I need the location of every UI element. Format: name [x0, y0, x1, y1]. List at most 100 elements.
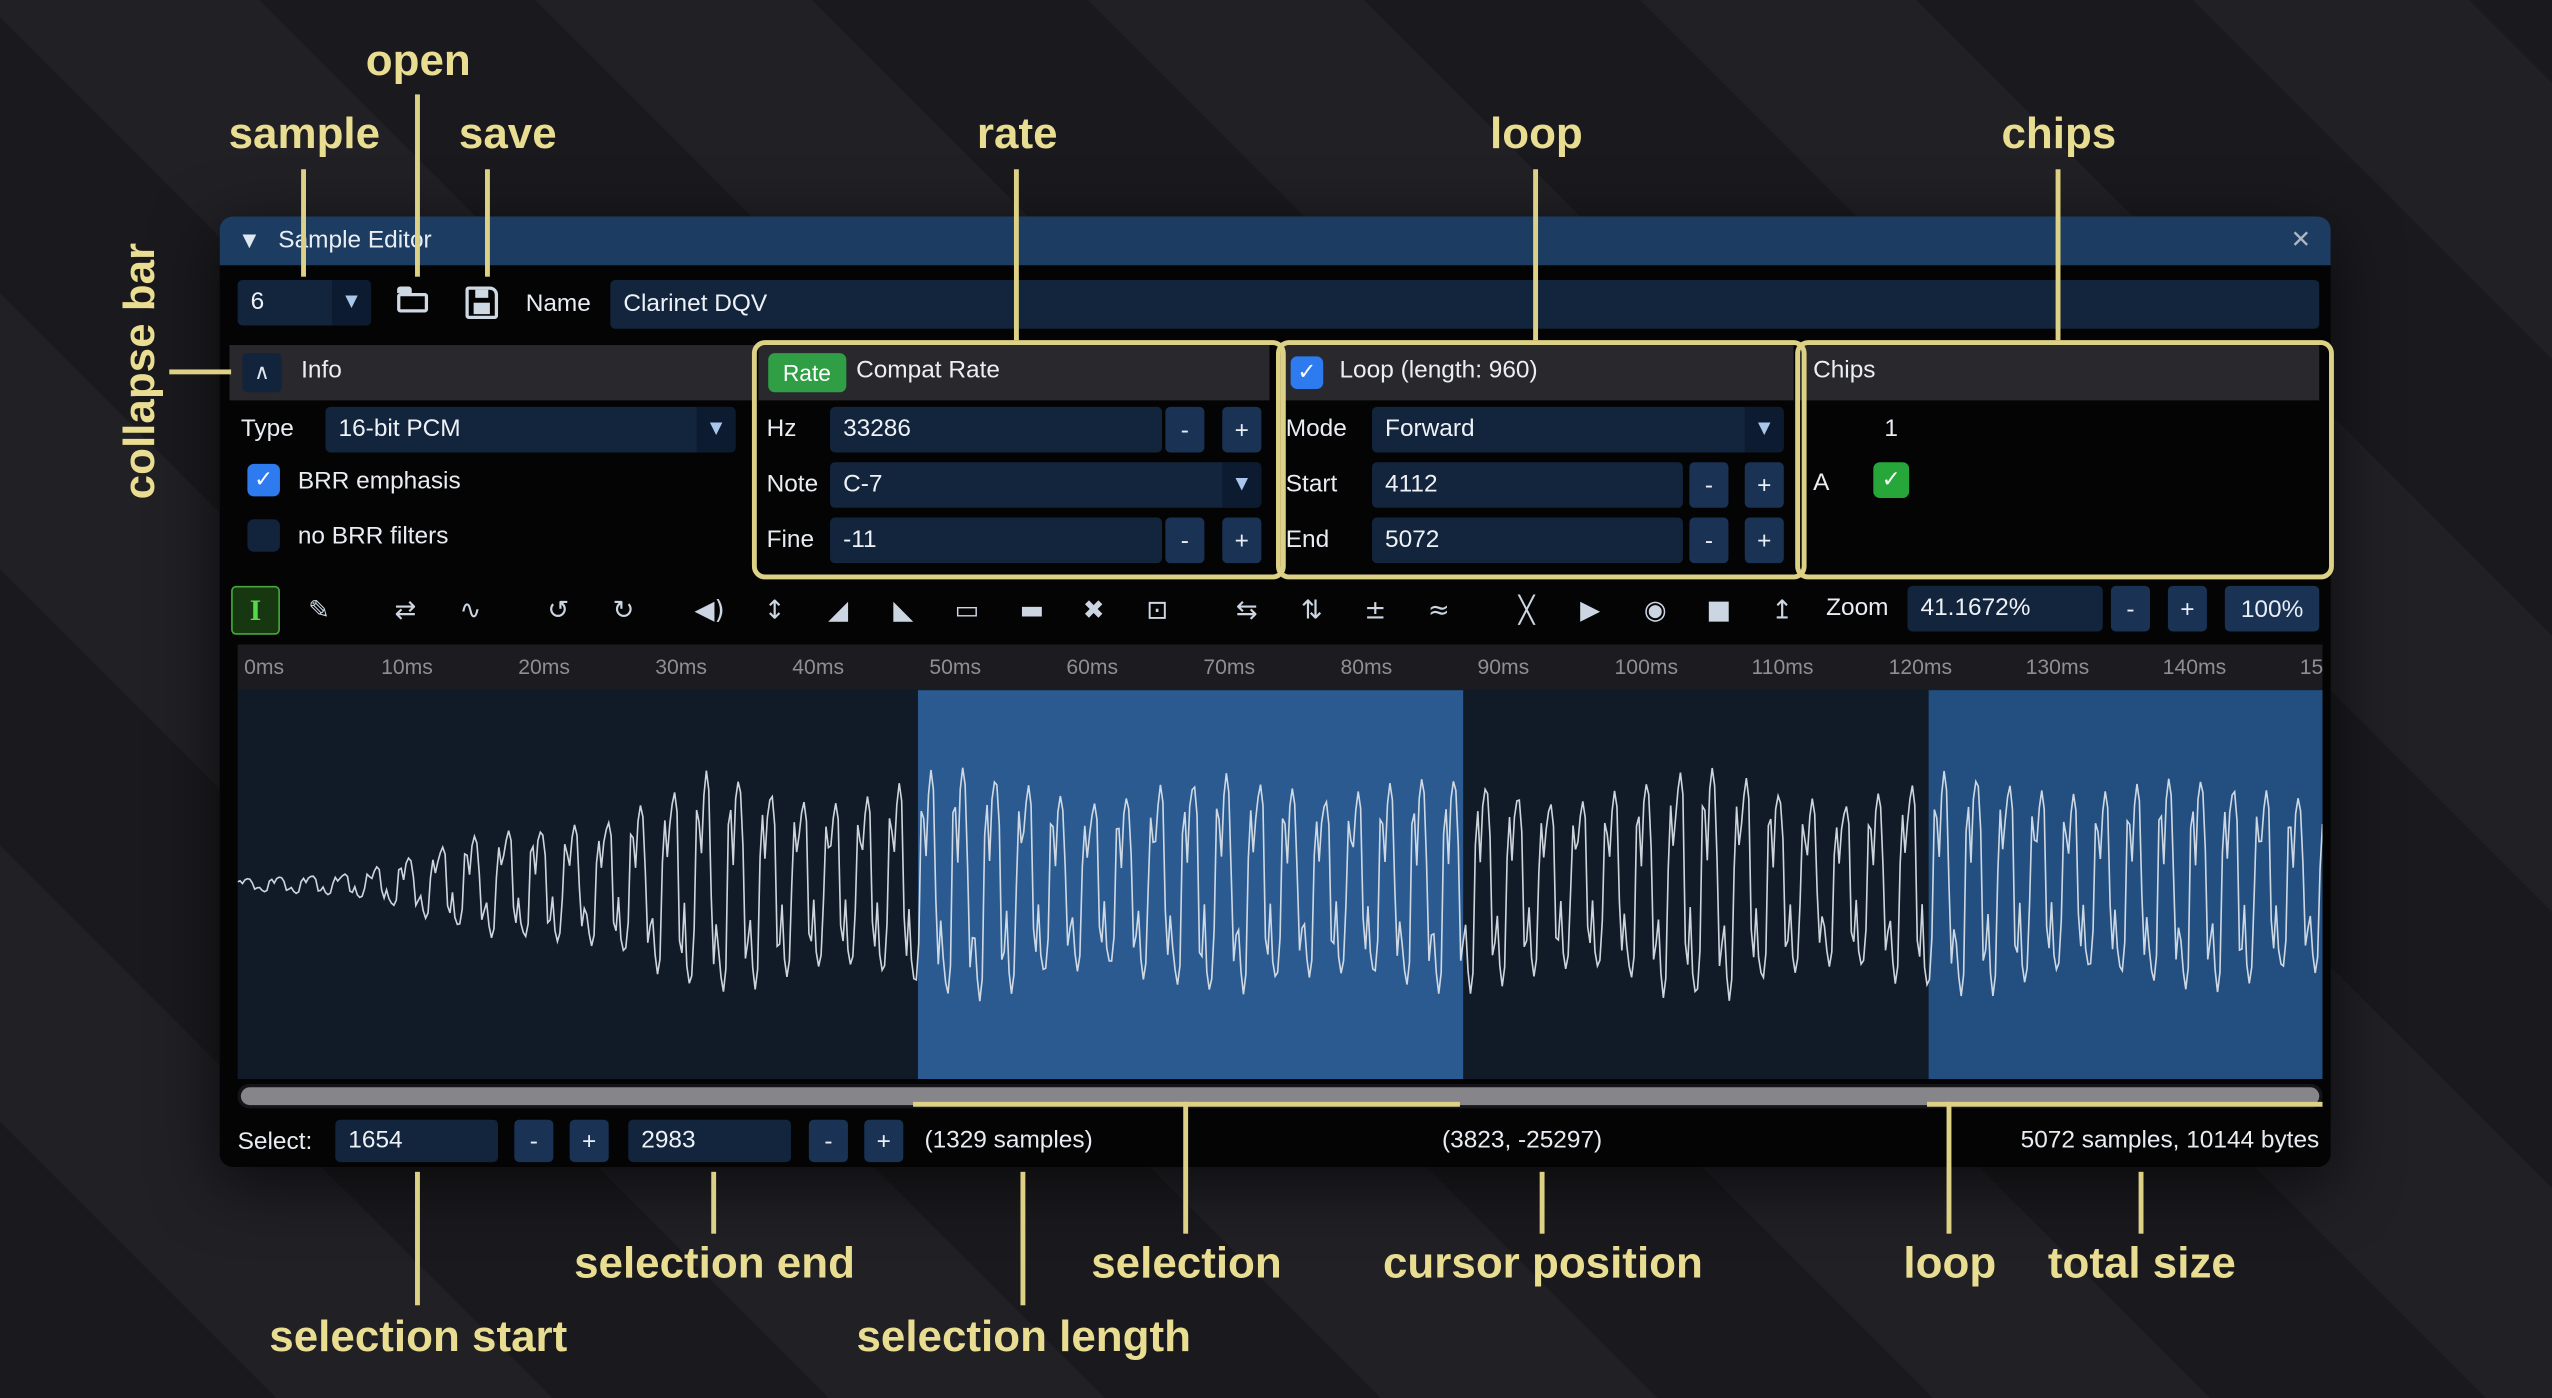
selection-start-input[interactable]: 1654 — [335, 1120, 498, 1162]
waveform-display[interactable] — [238, 690, 2323, 1079]
fine-input[interactable]: -11 — [830, 518, 1162, 564]
annotation-loop-line — [1533, 169, 1538, 340]
redo-icon: ↻ — [612, 593, 634, 624]
redo-button[interactable]: ↻ — [601, 586, 647, 632]
chevron-down-icon[interactable]: ▼ — [697, 407, 736, 453]
annotation-selection-length-line — [1020, 1172, 1025, 1305]
annotation-save-line — [485, 169, 490, 276]
sample-number-value: 6 — [251, 288, 265, 316]
zoom-in-button[interactable]: + — [2168, 586, 2207, 632]
apply-silence-icon: ▬ — [1020, 593, 1045, 624]
invert-icon: ⇅ — [1301, 593, 1323, 624]
zoom-reset-button[interactable]: 100% — [2225, 586, 2319, 632]
info-panel-title: Info — [301, 356, 342, 384]
loop-start-minus-button[interactable]: - — [1689, 462, 1728, 508]
timeline-tick: 70ms — [1197, 654, 1255, 678]
save-icon-label — [474, 303, 490, 314]
fade-out-button[interactable]: ◣ — [881, 586, 927, 632]
info-panel: ∧ Info Type 16-bit PCM ▼ ✓ BRR emphasis … — [229, 345, 758, 566]
hz-plus-button[interactable]: + — [1222, 407, 1261, 453]
annotation-sample: sample — [229, 109, 380, 159]
resize-button[interactable]: ⇄ — [382, 586, 428, 632]
sample-type-select[interactable]: 16-bit PCM ▼ — [326, 407, 736, 453]
crossfade-loop-button[interactable]: ╳ — [1504, 586, 1550, 632]
loop-end-label: End — [1286, 518, 1329, 564]
hz-input[interactable]: 33286 — [830, 407, 1162, 453]
note-label: Note — [767, 462, 819, 508]
zoom-value: 41.1672% — [1921, 594, 2031, 622]
selection-start-minus-button[interactable]: - — [514, 1120, 553, 1162]
cursor-position-text: (3823, -25297) — [1442, 1118, 1602, 1164]
timeline-tick: 60ms — [1060, 654, 1118, 678]
insert-silence-button[interactable]: ▭ — [944, 586, 990, 632]
hz-minus-button[interactable]: - — [1165, 407, 1204, 453]
amplify-button[interactable]: ◀) — [687, 586, 733, 632]
loop-end-minus-button[interactable]: - — [1689, 518, 1728, 564]
reverse-button[interactable]: ⇆ — [1224, 586, 1270, 632]
selection-end-minus-button[interactable]: - — [809, 1120, 848, 1162]
edit-mode-draw-icon: ✎ — [308, 593, 330, 624]
play-cursor-button[interactable]: ◉ — [1632, 586, 1678, 632]
annotation-chips: chips — [2001, 109, 2116, 159]
selection-end-input[interactable]: 2983 — [628, 1120, 791, 1162]
timeline-tick: 40ms — [786, 654, 844, 678]
chevron-down-icon[interactable]: ▼ — [332, 280, 371, 326]
invert-button[interactable]: ⇅ — [1289, 586, 1335, 632]
edit-mode-select-button[interactable]: I — [231, 586, 280, 635]
save-icon-shutter — [475, 290, 488, 298]
annotation-selection-line — [1183, 1102, 1188, 1234]
collapse-bar-button[interactable]: ∧ — [243, 353, 282, 392]
close-icon[interactable]: ✕ — [2291, 225, 2311, 254]
loop-mode-select[interactable]: Forward ▼ — [1372, 407, 1784, 453]
stop-icon: ■ — [1706, 593, 1731, 624]
selection-end-plus-button[interactable]: + — [864, 1120, 903, 1162]
fine-plus-button[interactable]: + — [1222, 518, 1261, 564]
loop-end-input[interactable]: 5072 — [1372, 518, 1683, 564]
annotation-loop-bracket — [1927, 1102, 2322, 1107]
undo-icon: ↺ — [547, 593, 569, 624]
loop-end-plus-button[interactable]: + — [1745, 518, 1784, 564]
no-brr-filters-label: no BRR filters — [298, 514, 449, 560]
loop-start-plus-button[interactable]: + — [1745, 462, 1784, 508]
chevron-down-icon[interactable]: ▼ — [1745, 407, 1784, 453]
trim-button[interactable]: ⊡ — [1134, 586, 1180, 632]
loop-panel-title: Loop (length: 960) — [1339, 356, 1537, 384]
zoom-input[interactable]: 41.1672% — [1907, 586, 2102, 632]
sample-number-select[interactable]: 6 ▼ — [238, 280, 371, 326]
fine-minus-button[interactable]: - — [1165, 518, 1204, 564]
create-wavetable-button[interactable]: ↥ — [1759, 586, 1805, 632]
undo-button[interactable]: ↺ — [535, 586, 581, 632]
loop-enable-checkbox[interactable]: ✓ — [1291, 356, 1324, 389]
loop-start-input[interactable]: 4112 — [1372, 462, 1683, 508]
window-collapse-icon[interactable]: ▼ — [243, 229, 257, 250]
sample-editor-window: ▼ Sample Editor ✕ 6 ▼ Name Clarinet DQV … — [220, 216, 2331, 1166]
edit-mode-draw-button[interactable]: ✎ — [296, 586, 342, 632]
sign-invert-button[interactable]: ± — [1352, 586, 1398, 632]
name-input[interactable]: Clarinet DQV — [610, 280, 2319, 329]
selection-start-value: 1654 — [348, 1126, 402, 1154]
stop-button[interactable]: ■ — [1696, 586, 1742, 632]
fade-in-button[interactable]: ◢ — [815, 586, 861, 632]
desktop-background: ▼ Sample Editor ✕ 6 ▼ Name Clarinet DQV … — [0, 0, 2552, 1398]
preview-icon: ▶ — [1580, 593, 1600, 624]
timeline-tick: 100ms — [1608, 654, 1678, 678]
normalize-button[interactable]: ↕ — [752, 586, 798, 632]
brr-emphasis-checkbox[interactable]: ✓ — [247, 464, 280, 497]
delete-icon: ✖ — [1083, 593, 1105, 624]
chip-enable-checkbox[interactable]: ✓ — [1873, 462, 1909, 498]
save-button[interactable] — [457, 280, 506, 329]
titlebar[interactable]: ▼ Sample Editor ✕ — [220, 216, 2331, 265]
delete-button[interactable]: ✖ — [1071, 586, 1117, 632]
annotation-loop-bottom: loop — [1903, 1239, 1996, 1289]
apply-silence-button[interactable]: ▬ — [1009, 586, 1055, 632]
preview-button[interactable]: ▶ — [1567, 586, 1613, 632]
apply-filter-button[interactable]: ≈ — [1416, 586, 1462, 632]
zoom-out-button[interactable]: - — [2111, 586, 2150, 632]
timeline-ruler[interactable]: 0ms10ms20ms30ms40ms50ms60ms70ms80ms90ms1… — [238, 645, 2323, 691]
chevron-down-icon[interactable]: ▼ — [1222, 462, 1261, 508]
resample-button[interactable]: ∿ — [448, 586, 494, 632]
open-button[interactable] — [389, 280, 438, 329]
note-select[interactable]: C-7 ▼ — [830, 462, 1261, 508]
no-brr-filters-checkbox[interactable] — [247, 519, 280, 552]
selection-start-plus-button[interactable]: + — [570, 1120, 609, 1162]
